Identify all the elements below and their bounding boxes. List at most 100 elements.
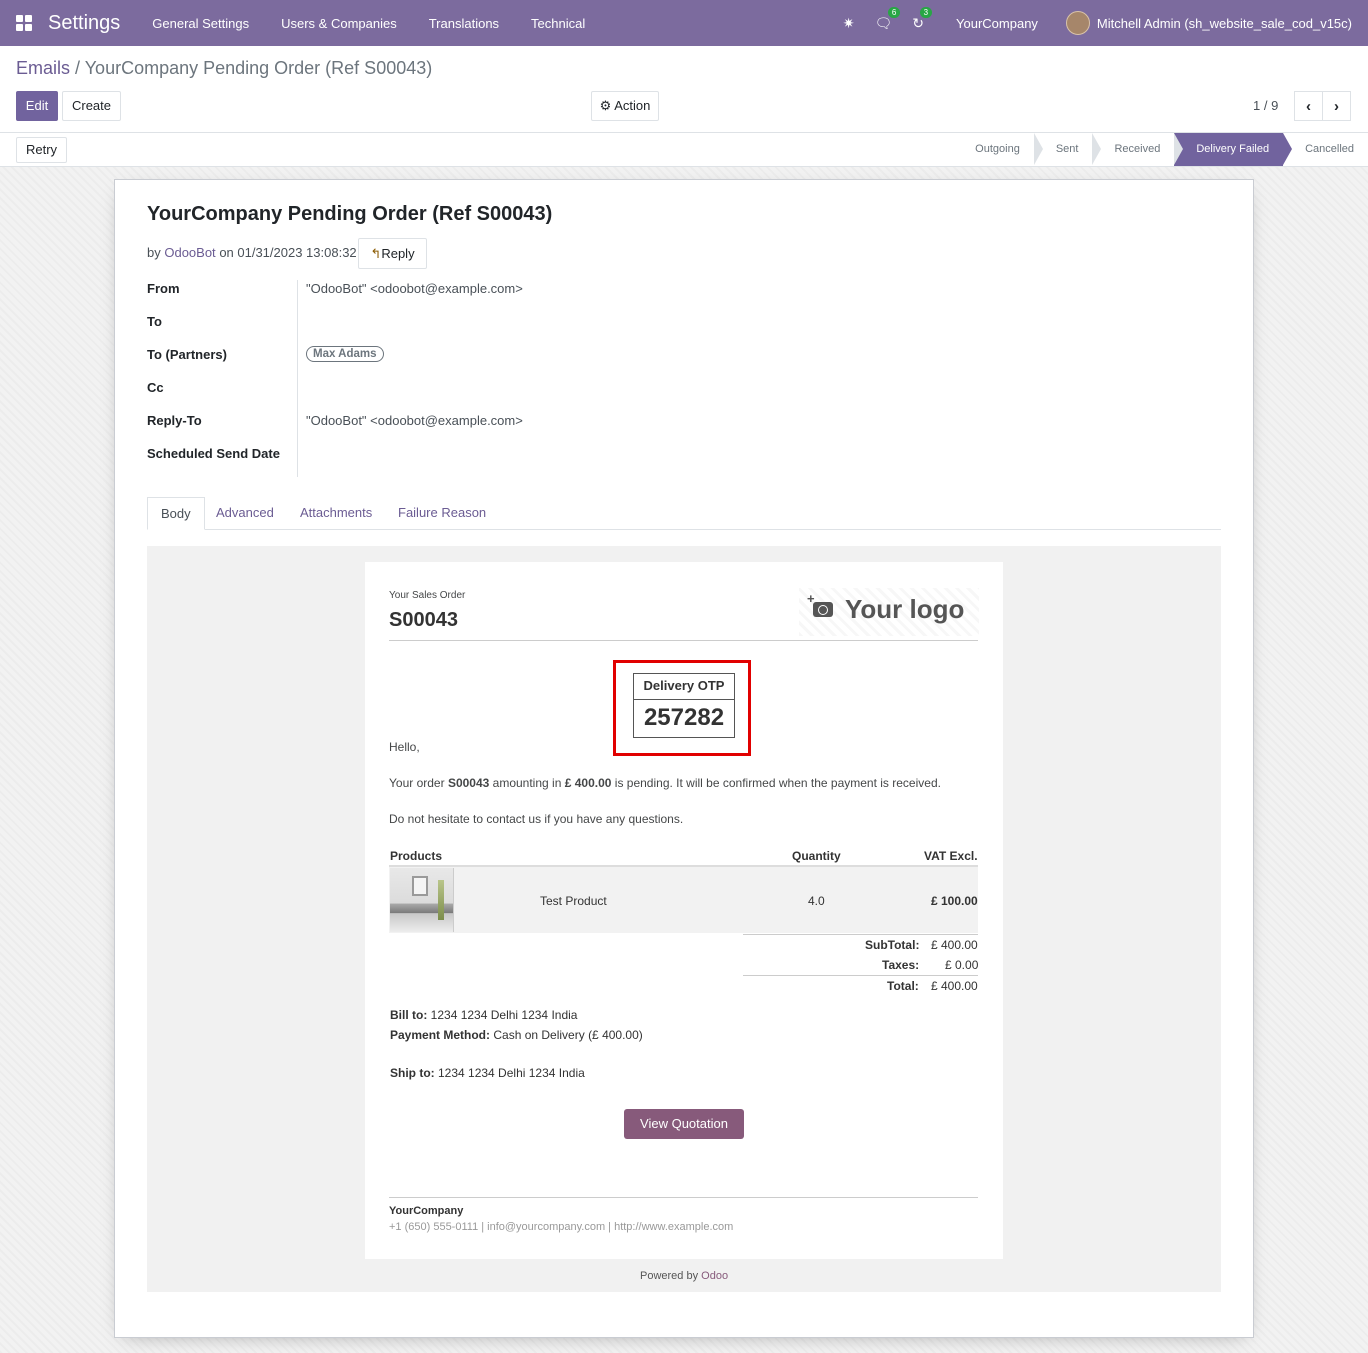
otp-value: 257282 — [643, 704, 725, 731]
app-brand[interactable]: Settings — [48, 12, 120, 35]
products-header: Products — [390, 849, 443, 863]
status-bar: Retry Outgoing Sent Received Delivery Fa… — [0, 132, 1368, 167]
stage-pipeline: Outgoing Sent Received Delivery Failed C… — [961, 133, 1368, 166]
payment-method-label: Payment Method: — [390, 1028, 491, 1042]
stage-received[interactable]: Received — [1092, 133, 1184, 166]
edit-button[interactable]: Edit — [16, 91, 58, 121]
reply-to-value: "OdooBot" <odoobot@example.com> — [306, 413, 523, 428]
record-title: YourCompany Pending Order (Ref S00043) — [147, 203, 553, 225]
gear-icon: ⚙ — [599, 98, 612, 113]
notebook-tabs: Body Advanced Attachments Failure Reason — [147, 497, 1221, 530]
vat-excl-header: VAT Excl. — [924, 849, 978, 863]
author-link[interactable]: OdooBot — [164, 245, 215, 260]
reply-label: Reply — [381, 246, 415, 261]
stage-delivery-failed[interactable]: Delivery Failed — [1174, 133, 1292, 166]
ship-to: Ship to: 1234 1234 Delhi 1234 India — [390, 1066, 585, 1080]
subtotal-label: SubTotal: — [865, 938, 920, 952]
order-text-ref: S00043 — [447, 776, 490, 790]
create-button[interactable]: Create — [62, 91, 121, 121]
top-navbar: Settings General Settings Users & Compan… — [0, 0, 1368, 46]
apps-menu-icon[interactable] — [16, 15, 32, 31]
order-text-b: amounting in — [492, 776, 562, 790]
product-price: £ 100.00 — [931, 894, 978, 908]
from-value: "OdooBot" <odoobot@example.com> — [306, 281, 523, 296]
action-button[interactable]: ⚙ Action — [591, 91, 659, 121]
tab-attachments[interactable]: Attachments — [287, 497, 385, 530]
otp-table: Delivery OTP 257282 — [633, 673, 735, 738]
payment-method: Payment Method: Cash on Delivery (£ 400.… — [390, 1028, 643, 1042]
field-divider — [297, 280, 298, 477]
totals-divider-top — [743, 934, 978, 935]
byline: by OdooBot on 01/31/2023 13:08:32 — [147, 245, 357, 260]
total-label: Total: — [887, 979, 919, 993]
menu-technical[interactable]: Technical — [515, 16, 601, 31]
activities-badge: 3 — [919, 6, 933, 18]
taxes-label: Taxes: — [882, 958, 920, 972]
footer-company: YourCompany — [389, 1205, 464, 1217]
your-sales-order-label: Your Sales Order — [389, 590, 466, 601]
table-row — [389, 867, 978, 933]
retry-button[interactable]: Retry — [16, 137, 67, 163]
payment-method-value: Cash on Delivery (£ 400.00) — [493, 1028, 643, 1042]
breadcrumb: Emails / YourCompany Pending Order (Ref … — [16, 58, 432, 79]
reply-icon: ↰ — [370, 246, 382, 261]
from-label: From — [147, 281, 180, 296]
ship-to-address: 1234 1234 Delhi 1234 India — [438, 1066, 585, 1080]
footer-contact: +1 (650) 555-0111 | info@yourcompany.com… — [389, 1221, 734, 1233]
bill-to-label: Bill to: — [390, 1008, 428, 1022]
product-name: Test Product — [540, 894, 607, 908]
stage-cancelled[interactable]: Cancelled — [1283, 133, 1368, 166]
product-quantity: 4.0 — [808, 894, 825, 908]
tab-failure-reason[interactable]: Failure Reason — [385, 497, 499, 530]
totals-divider-bottom — [743, 975, 978, 976]
activity-clock-icon[interactable]: ↻ 3 — [912, 6, 933, 32]
breadcrumb-emails[interactable]: Emails — [16, 58, 70, 78]
powered-by-text: Powered by — [640, 1270, 699, 1282]
partner-tag[interactable]: Max Adams — [306, 346, 384, 362]
pager-previous-icon[interactable]: ‹ — [1294, 91, 1323, 121]
stage-outgoing[interactable]: Outgoing — [961, 133, 1043, 166]
menu-users-companies[interactable]: Users & Companies — [265, 16, 413, 31]
sent-date: on 01/31/2023 13:08:32 — [219, 245, 357, 260]
product-image — [390, 868, 454, 932]
pager-next-icon[interactable]: › — [1322, 91, 1351, 121]
user-avatar[interactable] — [1065, 11, 1090, 35]
logo-text: Your logo — [845, 594, 965, 624]
bill-to: Bill to: 1234 1234 Delhi 1234 India — [390, 1008, 577, 1022]
chat-icon[interactable]: 🗨 6 — [875, 6, 901, 32]
action-label: Action — [614, 98, 651, 113]
menu-translations[interactable]: Translations — [413, 16, 515, 31]
contact-text: Do not hesitate to contact us if you hav… — [389, 812, 684, 826]
order-text-c: is pending. It will be confirmed when th… — [614, 776, 941, 790]
scheduled-send-label: Scheduled Send Date — [147, 446, 280, 461]
greeting: Hello, — [389, 740, 420, 754]
breadcrumb-separator: / — [70, 58, 85, 78]
menu-general-settings[interactable]: General Settings — [136, 16, 265, 31]
cc-label: Cc — [147, 380, 164, 395]
order-text-amount: £ 400.00 — [564, 776, 612, 790]
odoo-link[interactable]: Odoo — [701, 1270, 728, 1282]
order-text-a: Your order — [389, 776, 445, 790]
subtotal-value: £ 400.00 — [931, 938, 978, 952]
reply-to-label: Reply-To — [147, 413, 202, 428]
total-value: £ 400.00 — [931, 979, 978, 993]
user-menu[interactable]: Mitchell Admin (sh_website_sale_cod_v15c… — [1097, 16, 1352, 31]
otp-label: Delivery OTP — [634, 674, 734, 700]
view-quotation-button[interactable]: View Quotation — [624, 1109, 744, 1139]
messages-badge: 6 — [887, 6, 901, 18]
breadcrumb-current: YourCompany Pending Order (Ref S00043) — [84, 58, 433, 78]
header-divider — [389, 640, 978, 641]
order-reference: S00043 — [389, 609, 458, 631]
powered-by: Powered by Odoo — [640, 1270, 728, 1282]
tab-advanced[interactable]: Advanced — [203, 497, 287, 530]
camera-icon — [807, 591, 833, 617]
by-prefix: by — [147, 245, 161, 260]
order-pending-text: Your order S00043 amounting in £ 400.00 … — [389, 776, 941, 790]
tab-body[interactable]: Body — [147, 497, 205, 530]
bug-icon[interactable]: ✷ — [843, 15, 855, 32]
pager-value[interactable]: 1 / 9 — [1253, 98, 1278, 113]
systray: ✷ 🗨 6 ↻ 3 YourCompany Mitchell Admin (sh_w… — [833, 6, 1368, 35]
company-switcher[interactable]: YourCompany — [956, 16, 1038, 31]
reply-button[interactable]: ↰Reply — [358, 238, 427, 269]
taxes-value: £ 0.00 — [945, 958, 979, 972]
